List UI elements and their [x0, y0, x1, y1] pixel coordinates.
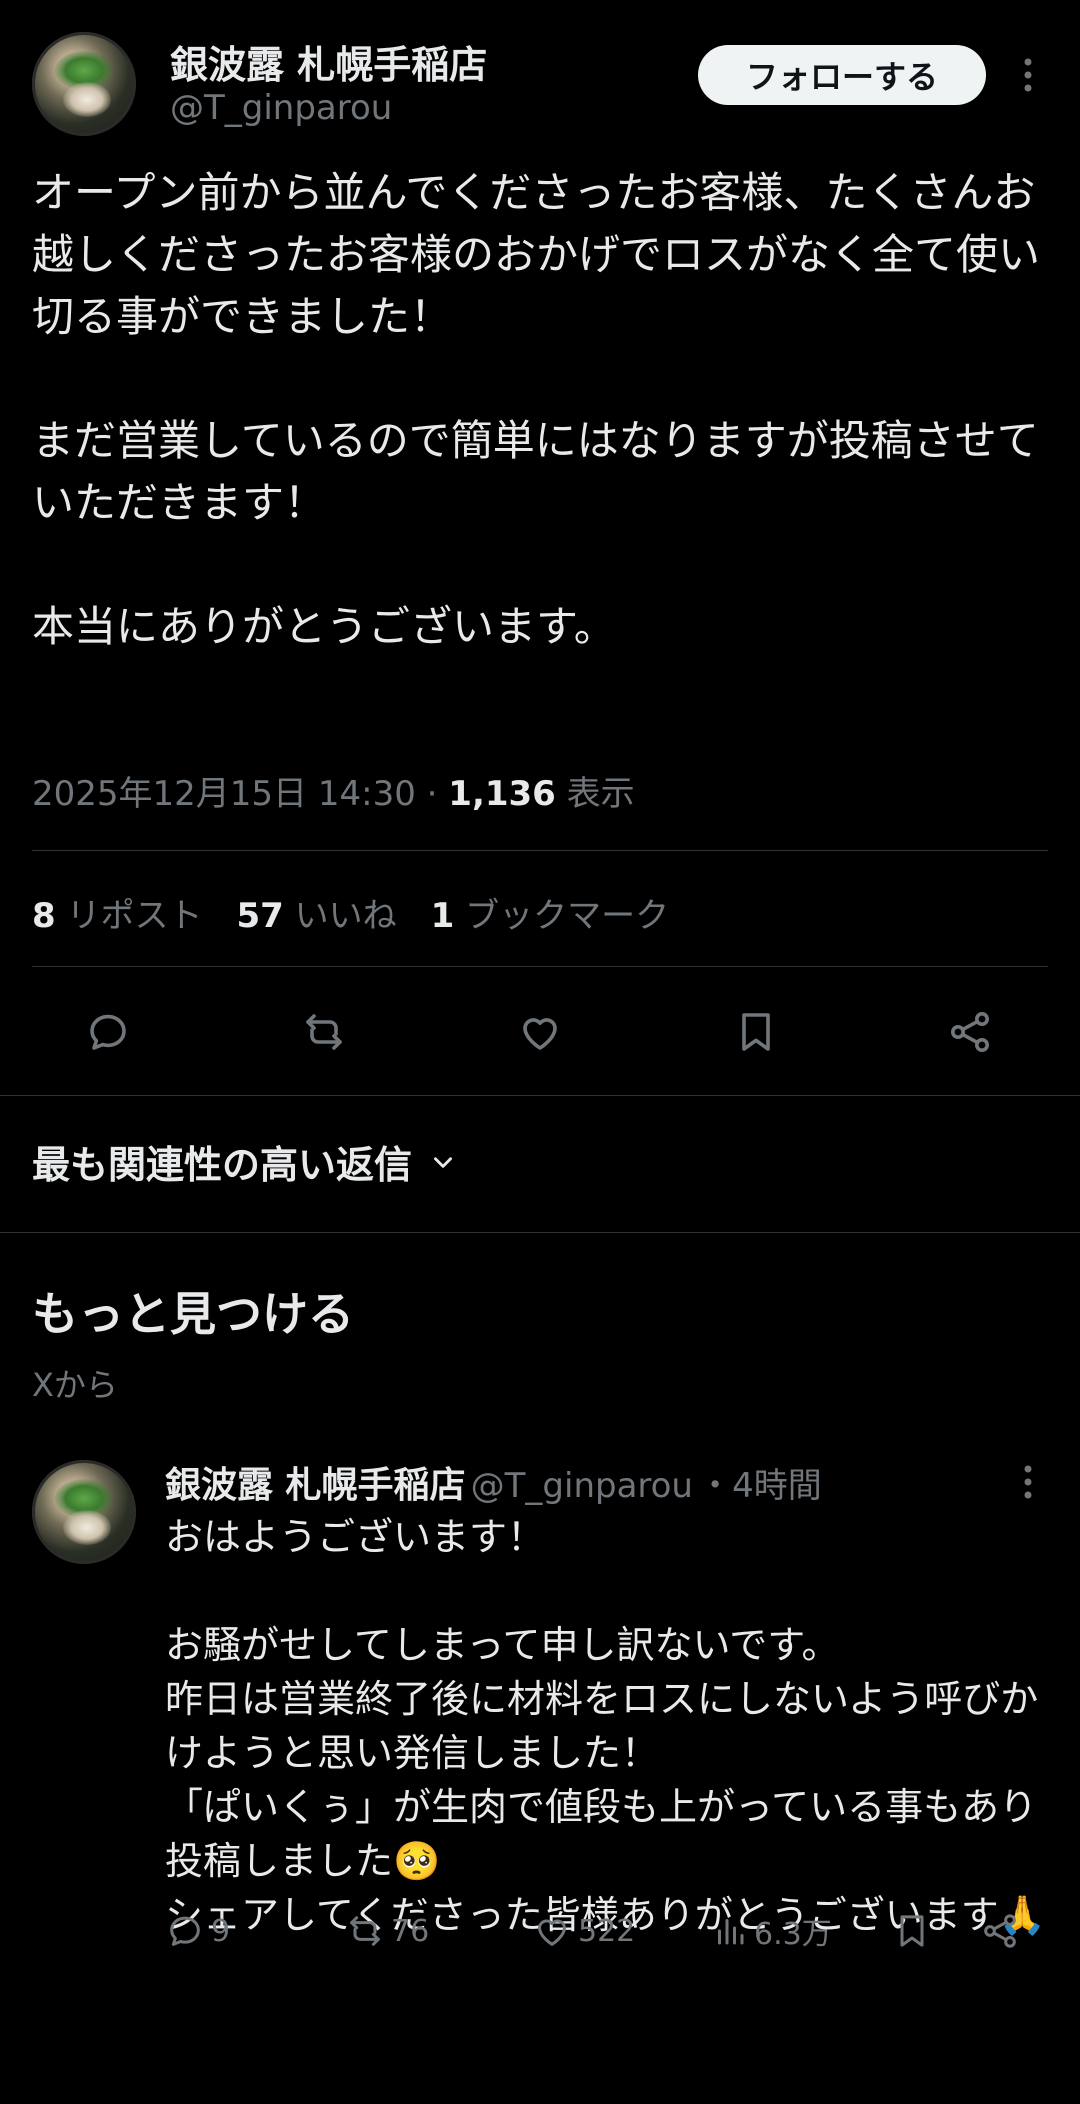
reposts-stat[interactable]: 8 リポスト — [32, 888, 202, 937]
section-divider — [0, 1095, 1080, 1096]
divider — [32, 850, 1048, 851]
replies-sort-dropdown[interactable]: 最も関連性の高い返信 — [32, 1134, 456, 1189]
reply-author-handle[interactable]: @T_ginparou — [471, 1466, 693, 1506]
bookmarks-stat[interactable]: 1 ブックマーク — [431, 888, 669, 937]
repost-count: 76 — [391, 1913, 430, 1949]
reply-author-name[interactable]: 銀波露 札幌手稲店 — [165, 1465, 466, 1506]
reply-like-button[interactable]: 522 — [532, 1906, 635, 1956]
reply-reply-button[interactable]: 9 — [165, 1906, 230, 1956]
reply-bookmark-button[interactable] — [892, 1906, 932, 1956]
reply-text: おはようございます！ お騒がせしてしまって申し訳ないです。 昨日は営業終了後に材… — [165, 1515, 1047, 1937]
reply-more-options-icon[interactable] — [1008, 1462, 1048, 1502]
repost-icon — [350, 1916, 380, 1946]
views-label: 表示 — [566, 774, 635, 814]
likes-stat[interactable]: 57 いいね — [236, 888, 396, 937]
like-icon[interactable] — [510, 1002, 570, 1062]
chevron-down-icon — [434, 1156, 453, 1168]
reply-share-button[interactable] — [980, 1906, 1020, 1956]
author-name[interactable]: 銀波露 札幌手稲店 — [170, 34, 487, 89]
more-options-icon[interactable] — [1008, 55, 1048, 95]
reply-time[interactable]: ・4時間 — [698, 1466, 822, 1506]
views-icon — [718, 1919, 744, 1945]
discover-subtitle: Xから — [32, 1366, 118, 1404]
views-count: 1,136 — [448, 774, 556, 814]
action-bar — [0, 1000, 1080, 1070]
bookmark-icon — [900, 1915, 924, 1947]
divider — [32, 966, 1048, 967]
reply-header: 銀波露 札幌手稲店 @T_ginparou ・4時間 — [165, 1456, 822, 1508]
discover-title: もっと見つける — [32, 1287, 354, 1341]
share-icon[interactable] — [940, 1002, 1000, 1062]
views-count: 6.3万 — [754, 1917, 832, 1952]
reply-views-button[interactable]: 6.3万 — [712, 1906, 832, 1956]
reply-author-avatar[interactable] — [32, 1460, 136, 1564]
reply-repost-button[interactable]: 76 — [345, 1906, 429, 1956]
repost-icon[interactable] — [294, 1002, 354, 1062]
engagement-stats: 8 リポスト 57 いいね 1 ブックマーク — [32, 888, 669, 937]
like-icon — [538, 1919, 566, 1946]
reply-icon[interactable] — [78, 1002, 138, 1062]
tweet-meta: 2025年12月15日 14:30 · 1,136 表示 — [32, 774, 635, 814]
reply-icon — [170, 1916, 200, 1946]
like-count: 522 — [578, 1913, 636, 1949]
author-avatar[interactable] — [32, 32, 136, 136]
share-icon — [984, 1914, 1016, 1948]
follow-button[interactable]: フォローする — [698, 45, 986, 105]
author-handle[interactable]: @T_ginparou — [170, 88, 392, 128]
bookmark-icon[interactable] — [726, 1002, 786, 1062]
section-divider — [0, 1232, 1080, 1233]
tweet-timestamp[interactable]: 2025年12月15日 14:30 — [32, 774, 416, 814]
replies-sort-label: 最も関連性の高い返信 — [32, 1143, 413, 1187]
tweet-text: オープン前から並んでくださったお客様、たくさんお越しくださったお客様のおかげでロ… — [32, 168, 1041, 651]
reply-count: 9 — [211, 1913, 231, 1949]
